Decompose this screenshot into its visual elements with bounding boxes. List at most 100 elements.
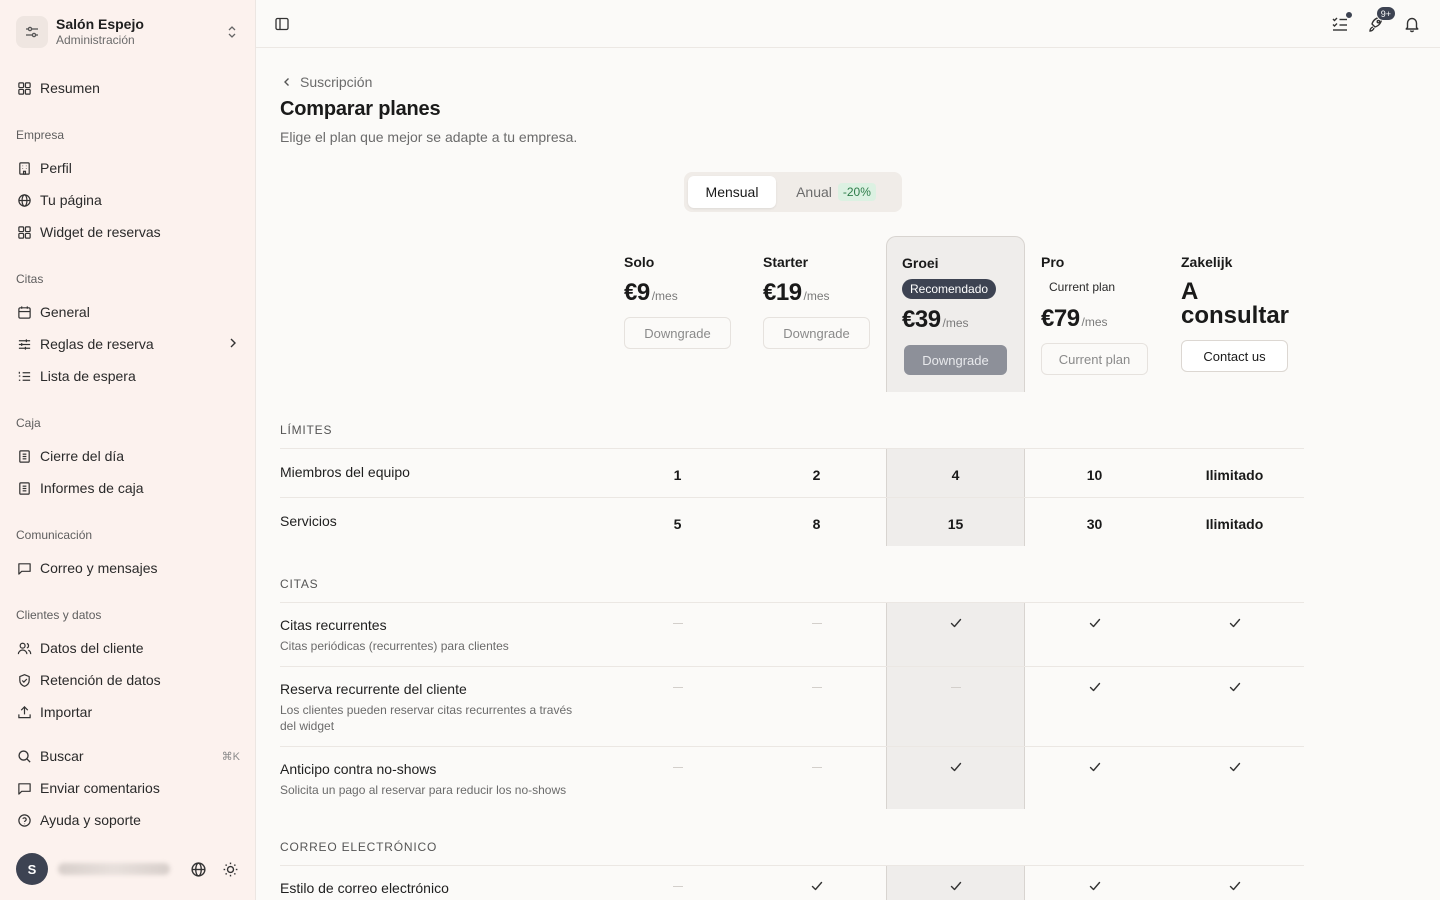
notification-dot xyxy=(1345,11,1353,19)
section-citas: Citas xyxy=(16,272,44,286)
current-plan-badge: Current plan xyxy=(1041,277,1124,297)
tab-label: Mensual xyxy=(705,184,759,200)
table-row: Miembros del equipo 1 2 4 10 Ilimitado xyxy=(280,448,1304,498)
sidebar-item-label: Datos del cliente xyxy=(40,640,144,656)
billing-monthly-tab[interactable]: Mensual xyxy=(688,176,776,208)
cell-zakelijk: Ilimitado xyxy=(1205,516,1264,532)
rocket-icon[interactable]: 9+ xyxy=(1366,6,1396,34)
sun-icon[interactable] xyxy=(220,859,240,879)
plan-price: €19 /mes xyxy=(763,279,830,307)
plan-price: €39 /mes xyxy=(902,306,969,334)
message-square-icon xyxy=(16,560,32,576)
not-included-mark xyxy=(950,687,961,688)
feature-description: Citas periódicas (recurrentes) para clie… xyxy=(280,639,509,653)
sidebar-item-retencion[interactable]: Retención de datos xyxy=(8,666,248,694)
downgrade-button[interactable]: Downgrade xyxy=(624,317,731,349)
page-title: Comparar planes xyxy=(280,98,441,120)
chevrons-up-down-icon xyxy=(224,24,240,40)
update-count-badge: 9+ xyxy=(1375,6,1396,21)
chevron-left-icon xyxy=(280,75,294,89)
price-on-request: A consultar xyxy=(1181,278,1290,329)
not-included-mark xyxy=(672,886,683,887)
user-name-redacted xyxy=(58,863,170,875)
feature-label: Miembros del equipo xyxy=(280,464,410,480)
not-included-mark xyxy=(811,687,822,688)
bell-icon[interactable] xyxy=(1402,14,1422,34)
grid-icon xyxy=(16,80,32,96)
dash-icon xyxy=(886,680,1025,688)
check-icon xyxy=(1165,760,1304,774)
cell-groei: 4 xyxy=(951,467,960,483)
language-globe-icon[interactable] xyxy=(188,859,208,879)
feature-label: Estilo de correo electrónico xyxy=(280,880,449,896)
sidebar-item-correo[interactable]: Correo y mensajes xyxy=(8,554,248,582)
check-icon xyxy=(1025,879,1164,893)
feature-description: Solicita un pago al reservar para reduci… xyxy=(280,783,567,797)
sidebar-item-general[interactable]: General xyxy=(8,298,248,326)
not-included-mark xyxy=(672,687,683,688)
check-icon xyxy=(886,616,1025,630)
dash-icon xyxy=(608,680,747,688)
sidebar-item-label: Retención de datos xyxy=(40,672,161,688)
users-icon xyxy=(16,640,32,656)
user-menu[interactable]: S xyxy=(8,852,248,886)
breadcrumb-label: Suscripción xyxy=(300,74,373,90)
help-circle-icon xyxy=(16,812,32,828)
downgrade-button[interactable]: Downgrade xyxy=(904,345,1007,375)
sidebar-toggle-icon[interactable] xyxy=(272,14,292,34)
plan-price: €9 /mes xyxy=(624,279,678,307)
feature-label: Citas recurrentes xyxy=(280,617,387,633)
check-icon xyxy=(1025,616,1164,630)
sidebar-item-perfil[interactable]: Perfil xyxy=(8,154,248,182)
search-icon xyxy=(16,748,32,764)
price-period: /mes xyxy=(803,289,830,303)
check-icon xyxy=(1025,680,1164,694)
building-icon xyxy=(16,160,32,176)
sidebar-item-lista-espera[interactable]: Lista de espera xyxy=(8,362,248,390)
cell-starter: 8 xyxy=(812,516,821,532)
sliders-icon xyxy=(16,336,32,352)
org-logo-icon xyxy=(16,16,48,48)
sidebar-item-label: Informes de caja xyxy=(40,480,144,496)
contact-us-button[interactable]: Contact us xyxy=(1181,340,1288,372)
tasks-icon[interactable] xyxy=(1330,11,1353,34)
sidebar-item-cierre[interactable]: Cierre del día xyxy=(8,442,248,470)
sidebar-item-buscar[interactable]: Buscar ⌘K xyxy=(8,742,248,770)
shield-check-icon xyxy=(16,672,32,688)
sidebar-item-label: Correo y mensajes xyxy=(40,560,158,576)
not-included-mark xyxy=(811,767,822,768)
price-amount: €79 xyxy=(1041,305,1080,332)
discount-badge: -20% xyxy=(837,183,876,201)
price-amount: €9 xyxy=(624,279,650,306)
sidebar-item-informes[interactable]: Informes de caja xyxy=(8,474,248,502)
sidebar-item-importar[interactable]: Importar xyxy=(8,698,248,726)
plan-name: Zakelijk xyxy=(1181,254,1233,270)
sidebar-item-datos-cliente[interactable]: Datos del cliente xyxy=(8,634,248,662)
breadcrumb-back[interactable]: Suscripción xyxy=(280,72,372,92)
sidebar-item-ayuda[interactable]: Ayuda y soporte xyxy=(8,806,248,834)
feature-label: Reserva recurrente del cliente xyxy=(280,681,467,697)
grid-icon xyxy=(16,224,32,240)
sidebar-item-label: Lista de espera xyxy=(40,368,136,384)
org-switcher[interactable]: Salón Espejo Administración xyxy=(8,8,248,56)
cell-solo: 1 xyxy=(673,467,682,483)
billing-annual-tab[interactable]: Anual -20% xyxy=(776,176,896,208)
sidebar-item-label: Perfil xyxy=(40,160,72,176)
dash-icon xyxy=(608,616,747,624)
dash-icon xyxy=(747,680,886,688)
current-plan-button[interactable]: Current plan xyxy=(1041,343,1148,375)
sidebar-item-resumen[interactable]: Resumen xyxy=(8,74,248,102)
sidebar-item-tu-pagina[interactable]: Tu página xyxy=(8,186,248,214)
cell-pro: 30 xyxy=(1086,516,1103,532)
not-included-mark xyxy=(672,767,683,768)
section-citas: CITAS xyxy=(280,577,319,591)
sidebar-item-comentarios[interactable]: Enviar comentarios xyxy=(8,774,248,802)
sidebar-item-label: Enviar comentarios xyxy=(40,780,160,796)
sidebar-item-label: Ayuda y soporte xyxy=(40,812,141,828)
sidebar-item-widget[interactable]: Widget de reservas xyxy=(8,218,248,246)
downgrade-button[interactable]: Downgrade xyxy=(763,317,870,349)
sidebar-item-reglas[interactable]: Reglas de reserva xyxy=(8,330,248,358)
shortcut-hint: ⌘K xyxy=(221,750,240,763)
receipt-icon xyxy=(16,480,32,496)
table-row: Estilo de correo electrónico xyxy=(280,865,1304,900)
